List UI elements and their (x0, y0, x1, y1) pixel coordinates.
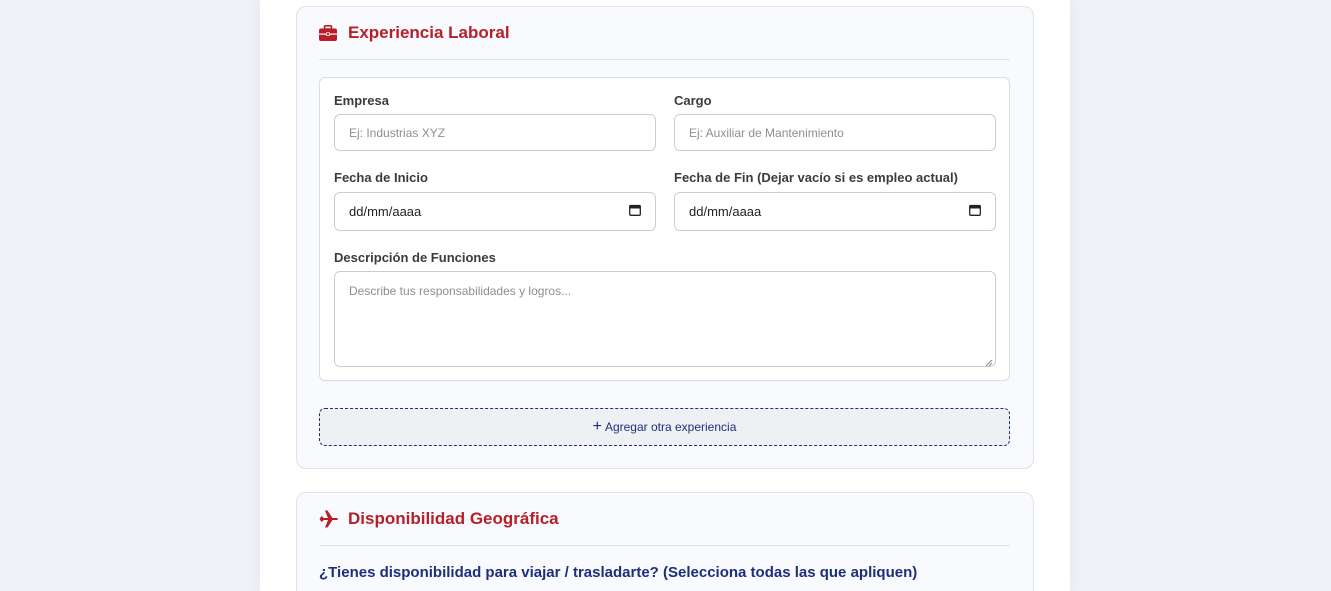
experience-section-header: Experiencia Laboral (319, 7, 1010, 60)
experience-title: Experiencia Laboral (348, 23, 510, 42)
company-placeholder: Ej: Industrias XYZ (349, 125, 446, 140)
plane-icon (319, 509, 339, 529)
position-label: Cargo (674, 93, 712, 108)
end-date-label: Fecha de Fin (Dejar vacío si es empleo a… (674, 170, 958, 185)
travel-question: ¿Tienes disponibilidad para viajar / tra… (319, 564, 918, 581)
end-date-value: dd/mm/aaaa (689, 204, 762, 219)
geography-section-header: Disponibilidad Geográfica (319, 493, 1010, 546)
geography-section: Disponibilidad Geográfica ¿Tienes dispon… (296, 492, 1034, 591)
company-label: Empresa (334, 93, 389, 108)
resize-handle-icon[interactable] (985, 356, 993, 367)
add-experience-button[interactable]: + Agregar otra experiencia (319, 408, 1010, 446)
calendar-icon[interactable] (969, 204, 981, 219)
position-input[interactable]: Ej: Auxiliar de Mantenimiento (674, 114, 996, 151)
start-date-label: Fecha de Inicio (334, 170, 428, 185)
description-label: Descripción de Funciones (334, 250, 496, 265)
start-date-value: dd/mm/aaaa (349, 204, 422, 219)
description-placeholder: Describe tus responsabilidades y logros.… (349, 284, 572, 298)
geography-title: Disponibilidad Geográfica (348, 509, 559, 528)
position-placeholder: Ej: Auxiliar de Mantenimiento (689, 125, 844, 140)
company-input[interactable]: Ej: Industrias XYZ (334, 114, 656, 151)
plus-icon: + (592, 418, 602, 435)
briefcase-icon (319, 23, 339, 43)
experience-entry: Empresa Ej: Industrias XYZ Cargo Ej: Aux… (319, 77, 1010, 381)
end-date-input[interactable]: dd/mm/aaaa (674, 192, 996, 231)
experience-section: Experiencia Laboral Empresa Ej: Industri… (296, 6, 1034, 469)
add-experience-label: Agregar otra experiencia (604, 420, 737, 434)
calendar-icon[interactable] (629, 204, 641, 219)
description-textarea[interactable]: Describe tus responsabilidades y logros.… (334, 271, 996, 367)
start-date-input[interactable]: dd/mm/aaaa (334, 192, 656, 231)
